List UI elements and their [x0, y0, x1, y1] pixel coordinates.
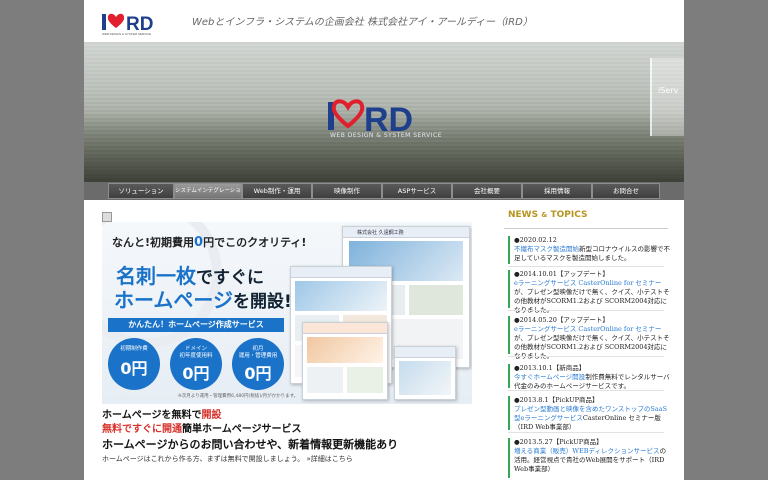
- banner-headline-zero: 0: [194, 235, 204, 250]
- hero-subtitle: WEB DESIGN & SYSTEM SERVICE: [330, 132, 442, 139]
- price-circle-initial: 初期制作費 0円: [108, 338, 160, 390]
- banner-title2-a: ホームページ: [114, 288, 233, 312]
- news-title-a: NEWS: [508, 210, 539, 220]
- news-title-amp: &: [541, 211, 548, 219]
- promo-detail-link[interactable]: ホームページはこれから作る方、まずは無料で開設しましょう。 »詳細はこちら: [102, 454, 353, 464]
- price-circle-value: 0円: [182, 364, 210, 383]
- nav-item[interactable]: ASPサービス: [382, 183, 452, 199]
- promo-line-3: ホームページからのお問い合わせや、新着情報更新機能あり: [102, 438, 399, 451]
- news-item: ●2013.5.27【PickUP商品】 増える商業（販売）WEBディレクションサ…: [508, 438, 670, 478]
- price-circle-domain: ドメイン 初年度使用料 0円: [170, 338, 222, 390]
- hero-banner: RD WEB DESIGN & SYSTEM SERVICE iServ: [84, 42, 684, 182]
- svg-text:WEB DESIGN & SYSTEM SERVICE: WEB DESIGN & SYSTEM SERVICE: [102, 32, 151, 36]
- price-circle-label: 初期制作費: [120, 346, 148, 352]
- screenshot-header: [291, 267, 391, 278]
- news-item: ●2020.02.12 不織布マスク製造開始新型コロナウイルスの影響で不足している…: [508, 236, 670, 264]
- news-separator: [508, 266, 664, 267]
- screenshot-fourth: [394, 346, 456, 400]
- news-separator: [508, 310, 664, 311]
- news-divider: [504, 228, 668, 229]
- news-date: ●2014.05.20【アップデート】: [514, 316, 609, 324]
- news-separator: [508, 390, 664, 391]
- nav-item[interactable]: お問合せ: [592, 183, 660, 199]
- news-title: NEWS & TOPICS: [508, 210, 587, 220]
- price-circle-value: 0円: [244, 364, 272, 383]
- news-link[interactable]: eラーニングサービス CasterOnline for セミナー: [514, 279, 661, 287]
- nav-item[interactable]: 映像制作: [312, 183, 382, 199]
- promo-line-2-text: 簡単ホームページサービス: [182, 424, 302, 435]
- banner-price-circles: 初期制作費 0円 ドメイン 初年度使用料 0円 初月 運用・管理費用 0円: [108, 338, 288, 390]
- news-item: ●2014.05.20【アップデート】 eラーニングサービス CasterOnli…: [508, 316, 670, 360]
- promo-line-1: ホームページを無料で開設: [102, 406, 222, 421]
- screenshot-hero: [295, 281, 387, 311]
- nav-item[interactable]: 会社概要: [452, 183, 522, 199]
- news-item: ●2014.10.01【アップデート】 eラーニングサービス CasterOnli…: [508, 270, 670, 314]
- site-tagline: Webとインフラ・システムの企画会社 株式会社アイ・アールディー（IRD）: [192, 17, 533, 28]
- screenshot-header: [303, 323, 387, 334]
- screenshot-hero: [307, 337, 383, 363]
- news-title-b: TOPICS: [550, 210, 588, 220]
- ird-logo[interactable]: RD WEB DESIGN & SYSTEM SERVICE: [100, 8, 170, 36]
- broken-image-icon: [102, 212, 112, 222]
- main-nav: ソリューション システムインテグレーション Web制作・運用 映像制作 ASPサービス会…: [84, 182, 684, 200]
- news-date: ●2013.8.1【PickUP商品】: [514, 396, 599, 404]
- header: RD WEB DESIGN & SYSTEM SERVICE Webとインフラ・…: [84, 0, 684, 42]
- banner-headline: なんと!初期費用0円でこのクオリティ!: [112, 234, 306, 250]
- screenshot-third: [302, 322, 388, 400]
- nav-item[interactable]: ソリューション: [108, 183, 174, 199]
- news-link[interactable]: 今すぐホームページ開設: [514, 373, 585, 381]
- price-circle-value: 0円: [120, 359, 148, 378]
- news-date: ●2013.5.27【PickUP商品】: [514, 438, 603, 446]
- banner-headline-a: なんと!初期費用: [112, 236, 195, 249]
- news-separator: [508, 432, 664, 433]
- screenshot-hero: [399, 361, 451, 395]
- news-date: ●2013.10.1【新商品】: [514, 364, 586, 372]
- screenshot-header: [395, 347, 455, 358]
- news-date: ●2020.02.12: [514, 236, 557, 244]
- screenshot-block: [307, 367, 343, 393]
- hero-thumb-text: iServ: [658, 86, 679, 95]
- news-item: ●2013.10.1【新商品】 今すぐホームページ開設制作費無料でレンタルサーバ代…: [508, 364, 670, 390]
- nav-item[interactable]: Web制作・運用: [242, 183, 312, 199]
- news-date: ●2014.10.01【アップデート】: [514, 270, 609, 278]
- news-topics: NEWS & TOPICS ●2020.02.12 不織布マスク製造開始新型コロナ…: [504, 206, 670, 480]
- page: RD WEB DESIGN & SYSTEM SERVICE Webとインフラ・…: [84, 0, 684, 480]
- banner-title-line2: ホームページを開設!!: [114, 284, 300, 313]
- banner-screenshots: 株式会社 久遠鋼工務: [290, 226, 470, 402]
- banner-footnote: ※次月より運用・管理費用6,480円(税抜)/月がかかります。: [178, 394, 299, 399]
- news-separator: [508, 356, 664, 357]
- nav-item[interactable]: システムインテグレーション: [174, 183, 246, 199]
- nav-item[interactable]: 採用情報: [522, 183, 592, 199]
- news-item: ●2013.8.1【PickUP商品】 プレゼン型動画と映像を含めたワンストップの…: [508, 396, 670, 431]
- screenshot-title: 株式会社 久遠鋼工務: [357, 230, 404, 236]
- screenshot-block: [347, 367, 383, 393]
- main-content: なんと!初期費用0円でこのクオリティ! 名刺一枚ですぐに ホームページを開設!!…: [102, 212, 472, 480]
- promo-banner[interactable]: なんと!初期費用0円でこのクオリティ! 名刺一枚ですぐに ホームページを開設!!…: [102, 222, 472, 404]
- hero-thumbnail[interactable]: iServ: [650, 58, 684, 136]
- price-circle-operation: 初月 運用・管理費用 0円: [232, 338, 284, 390]
- news-link[interactable]: eラーニングサービス CasterOnline for セミナー: [514, 325, 661, 333]
- price-circle-label: 初月 運用・管理費用: [238, 346, 278, 359]
- screenshot-block: [409, 285, 463, 315]
- promo-line-2-red: 無料ですぐに開通: [102, 424, 182, 435]
- promo-line-2: 無料ですぐに開通簡単ホームページサービス: [102, 420, 302, 435]
- news-link[interactable]: 不織布マスク製造開始: [514, 245, 579, 253]
- banner-service-bar: かんたん！ホームページ作成サービス: [108, 318, 284, 332]
- price-circle-label: ドメイン 初年度使用料: [179, 346, 213, 359]
- news-link[interactable]: 増える商業（販売）WEBディレクションサービス: [514, 447, 660, 455]
